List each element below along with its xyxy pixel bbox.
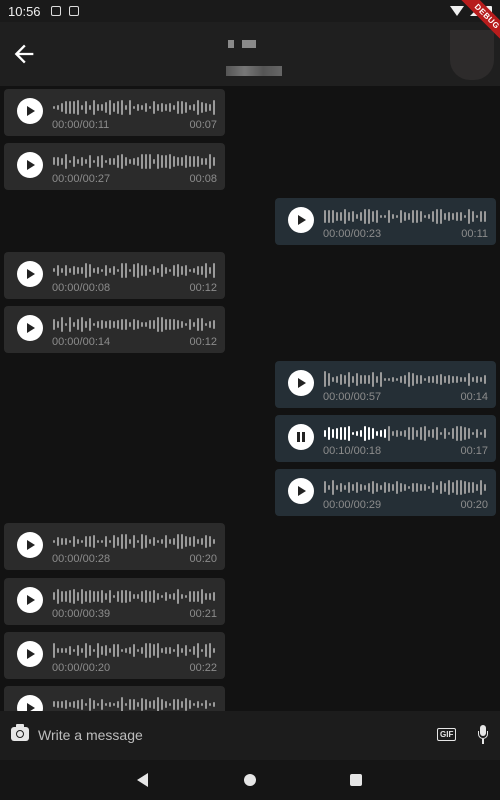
- playback-progress: 00:00/00:27: [52, 173, 111, 185]
- playback-progress: 00:00/00:28: [52, 553, 111, 565]
- voice-message-incoming[interactable]: 00:00/00:20 00:22: [4, 632, 225, 679]
- app-bar: [0, 22, 500, 86]
- waveform[interactable]: [53, 640, 217, 660]
- system-nav-bar: [0, 760, 500, 800]
- status-bar: 10:56 DEBUG: [0, 0, 500, 44]
- voice-message-outgoing[interactable]: 00:00/00:29 00:20: [275, 469, 496, 516]
- play-icon: [298, 377, 306, 388]
- play-button[interactable]: [17, 695, 43, 711]
- play-icon: [27, 105, 35, 116]
- message-duration: 00:20: [189, 553, 217, 565]
- playback-progress: 00:00/00:23: [323, 228, 382, 240]
- voice-message-outgoing[interactable]: 00:00/00:23 00:11: [275, 198, 496, 245]
- message-duration: 00:17: [460, 445, 488, 457]
- voice-message-incoming[interactable]: 00:00/00:14 00:12: [4, 306, 225, 353]
- play-icon: [298, 214, 306, 225]
- waveform[interactable]: [324, 423, 488, 443]
- message-duration: 00:20: [460, 499, 488, 511]
- back-button[interactable]: [10, 40, 38, 68]
- waveform[interactable]: [53, 314, 217, 334]
- message-duration: 00:12: [189, 282, 217, 294]
- play-icon: [27, 322, 35, 333]
- voice-message-incoming[interactable]: 00:00/00:11 00:07: [4, 89, 225, 136]
- play-icon: [27, 702, 35, 711]
- message-duration: 00:14: [460, 391, 488, 403]
- pause-icon: [297, 432, 305, 442]
- message-list[interactable]: 00:00/00:11 00:07 00:00/00:27 00:08 00:00/00…: [0, 86, 500, 711]
- play-button[interactable]: [17, 261, 43, 287]
- waveform[interactable]: [324, 206, 488, 226]
- play-button[interactable]: [17, 152, 43, 178]
- play-icon: [27, 268, 35, 279]
- play-icon: [298, 485, 306, 496]
- message-composer: GIF: [0, 711, 500, 760]
- voice-message-outgoing[interactable]: 00:00/00:57 00:14: [275, 361, 496, 408]
- arrow-back-icon: [14, 44, 34, 64]
- play-button[interactable]: [288, 207, 314, 233]
- shield-icon: [68, 6, 79, 16]
- voice-message-incoming[interactable]: 00:00/00:27 00:08: [4, 143, 225, 190]
- camera-icon[interactable]: [11, 724, 29, 741]
- waveform[interactable]: [53, 586, 217, 606]
- playback-progress: 00:00/00:29: [323, 499, 382, 511]
- playback-progress: 00:00/00:11: [52, 119, 110, 131]
- waveform[interactable]: [324, 369, 488, 389]
- nav-recents-icon[interactable]: [350, 774, 362, 786]
- play-button[interactable]: [17, 532, 43, 558]
- waveform[interactable]: [53, 97, 217, 117]
- playback-progress: 00:00/00:20: [52, 662, 111, 674]
- voice-message-incoming[interactable]: 00:00/00:28 00:20: [4, 523, 225, 570]
- nav-home-icon[interactable]: [244, 774, 256, 786]
- play-button[interactable]: [17, 98, 43, 124]
- play-button[interactable]: [288, 370, 314, 396]
- voice-message-incoming[interactable]: 00:00/00:39 00:21: [4, 578, 225, 625]
- waveform[interactable]: [53, 694, 217, 711]
- playback-progress: 00:00/00:57: [323, 391, 382, 403]
- avatar[interactable]: [450, 30, 494, 80]
- voice-message-incoming[interactable]: 00:00/00:08 00:12: [4, 252, 225, 299]
- play-button[interactable]: [17, 315, 43, 341]
- play-icon: [27, 594, 35, 605]
- message-duration: 00:12: [189, 336, 217, 348]
- message-duration: 00:21: [189, 608, 217, 620]
- play-button[interactable]: [17, 587, 43, 613]
- voice-message-outgoing[interactable]: 00:10/00:18 00:17: [275, 415, 496, 462]
- waveform[interactable]: [53, 260, 217, 280]
- wifi-icon: [450, 6, 464, 16]
- play-icon: [27, 539, 35, 550]
- chat-subtitle: [226, 66, 282, 76]
- voice-message-incoming[interactable]: [4, 686, 225, 711]
- waveform[interactable]: [324, 477, 488, 497]
- play-button[interactable]: [17, 641, 43, 667]
- playback-progress: 00:00/00:08: [52, 282, 111, 294]
- message-input[interactable]: [38, 723, 418, 747]
- message-duration: 00:11: [461, 228, 488, 240]
- waveform[interactable]: [53, 531, 217, 551]
- status-time: 10:56: [8, 3, 41, 19]
- playback-progress: 00:00/00:14: [52, 336, 111, 348]
- pause-button[interactable]: [288, 424, 314, 450]
- message-duration: 00:08: [189, 173, 217, 185]
- play-icon: [27, 648, 35, 659]
- waveform[interactable]: [53, 151, 217, 171]
- play-icon: [27, 159, 35, 170]
- playback-progress: 00:00/00:39: [52, 608, 111, 620]
- play-button[interactable]: [288, 478, 314, 504]
- mic-icon[interactable]: [478, 725, 488, 745]
- gif-button[interactable]: GIF: [437, 728, 457, 741]
- message-duration: 00:07: [189, 119, 217, 131]
- playback-progress: 00:10/00:18: [323, 445, 382, 457]
- message-duration: 00:22: [189, 662, 217, 674]
- notification-icon: [50, 6, 61, 16]
- chat-title: [228, 40, 268, 50]
- nav-back-icon[interactable]: [137, 773, 148, 787]
